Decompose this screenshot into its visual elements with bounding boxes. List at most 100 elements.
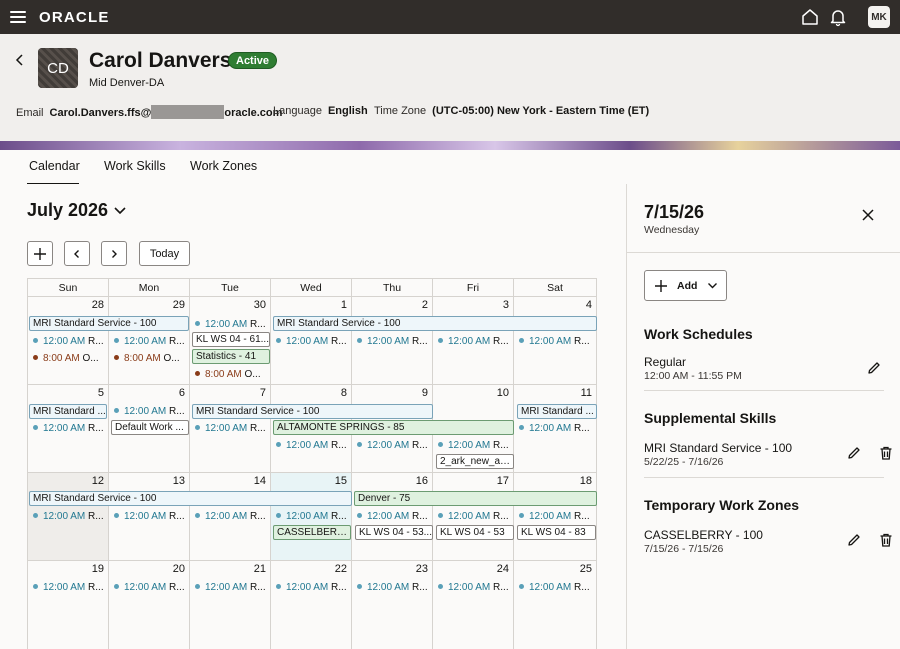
day-detail-panel: 7/15/26 Wednesday Add Work Schedules Reg… — [626, 184, 900, 649]
today-button[interactable]: Today — [139, 241, 190, 266]
event-bar[interactable]: Statistics - 41 — [192, 349, 270, 364]
event-bar[interactable]: MRI Standard Service - 100 — [29, 491, 352, 506]
event-bar[interactable]: MRI Standard ... — [29, 404, 107, 419]
close-icon[interactable] — [861, 208, 875, 222]
event-bar[interactable]: Denver - 75 — [354, 491, 597, 506]
redaction-block — [151, 105, 225, 119]
event-item[interactable]: 12:00 AM R... — [438, 439, 512, 452]
plus-icon — [655, 280, 667, 292]
menu-icon[interactable] — [10, 11, 26, 23]
event-item[interactable]: 12:00 AM R... — [276, 335, 350, 348]
event-bar[interactable]: 2_ark_new_ap... — [436, 454, 514, 469]
event-item[interactable]: 12:00 AM R... — [114, 405, 188, 418]
oracle-logo: ORACLE — [39, 9, 110, 26]
event-item[interactable]: 12:00 AM R... — [33, 510, 107, 523]
day-cell[interactable]: 23 — [352, 561, 433, 649]
event-bar[interactable]: KL WS 04 - 53... — [355, 525, 433, 540]
event-item[interactable]: 8:00 AM O... — [114, 352, 188, 365]
profile-subtitle: Mid Denver-DA — [89, 77, 165, 89]
month-title[interactable]: July 2026 — [27, 200, 108, 221]
event-item[interactable]: 12:00 AM R... — [114, 581, 188, 594]
edit-icon[interactable] — [866, 360, 882, 376]
tab-calendar[interactable]: Calendar — [29, 159, 80, 173]
next-month-button[interactable] — [101, 241, 127, 266]
skill-name: MRI Standard Service - 100 — [644, 441, 793, 455]
day-cell[interactable]: 19 — [28, 561, 109, 649]
event-item[interactable]: 12:00 AM R... — [519, 581, 595, 594]
add-button[interactable]: Add — [644, 270, 727, 301]
day-cell[interactable]: 22 — [271, 561, 352, 649]
calendar-area: July 2026 Today Sun Mon Tue Wed Thu Fri … — [0, 184, 626, 649]
profile-name: Carol Danvers — [89, 49, 232, 72]
event-bar[interactable]: Default Work ... — [111, 420, 189, 435]
schedule-time: 12:00 AM - 11:55 PM — [644, 370, 742, 382]
event-item[interactable]: 12:00 AM R... — [195, 510, 269, 523]
back-icon[interactable] — [13, 52, 27, 68]
event-item[interactable]: 12:00 AM R... — [276, 581, 350, 594]
temporary-zones-title: Temporary Work Zones — [644, 497, 800, 513]
day-cell[interactable]: 24 — [433, 561, 514, 649]
trash-icon[interactable] — [878, 532, 894, 548]
event-item[interactable]: 12:00 AM R... — [33, 581, 107, 594]
event-item[interactable]: 12:00 AM R... — [519, 335, 595, 348]
weekday-header: Fri — [433, 279, 514, 297]
event-item[interactable]: 12:00 AM R... — [519, 422, 595, 435]
edit-icon[interactable] — [846, 532, 862, 548]
top-bar: ORACLE MK — [0, 0, 900, 34]
event-item[interactable]: 12:00 AM R... — [519, 510, 595, 523]
event-bar[interactable]: MRI Standard Service - 100 — [273, 316, 597, 331]
weekday-header: Tue — [190, 279, 271, 297]
event-bar[interactable]: MRI Standard ... — [517, 404, 597, 419]
divider — [644, 477, 884, 478]
user-avatar[interactable]: MK — [868, 6, 890, 28]
home-icon[interactable] — [800, 7, 820, 27]
event-item[interactable]: 8:00 AM O... — [195, 368, 269, 381]
event-bar[interactable]: KL WS 04 - 83 — [517, 525, 596, 540]
event-item[interactable]: 12:00 AM R... — [357, 335, 431, 348]
event-item[interactable]: 8:00 AM O... — [33, 352, 107, 365]
tab-work-zones[interactable]: Work Zones — [190, 159, 257, 173]
event-item[interactable]: 12:00 AM R... — [33, 335, 107, 348]
day-cell[interactable]: 20 — [109, 561, 190, 649]
zone-name: CASSELBERRY - 100 — [644, 528, 763, 542]
previous-month-button[interactable] — [64, 241, 90, 266]
event-item[interactable]: 12:00 AM R... — [195, 422, 269, 435]
event-item[interactable]: 12:00 AM R... — [357, 439, 431, 452]
event-item[interactable]: 12:00 AM R... — [357, 581, 431, 594]
day-cell[interactable]: 25 — [514, 561, 597, 649]
event-bar[interactable]: KL WS 04 - 53 — [436, 525, 514, 540]
trash-icon[interactable] — [878, 445, 894, 461]
event-bar[interactable]: ALTAMONTE SPRINGS - 85 — [273, 420, 514, 435]
event-item[interactable]: 12:00 AM R... — [438, 335, 512, 348]
event-item[interactable]: 12:00 AM R... — [114, 510, 188, 523]
event-item[interactable]: 12:00 AM R... — [195, 318, 269, 331]
event-item[interactable]: 12:00 AM R... — [357, 510, 431, 523]
event-bar[interactable]: CASSELBERR... — [273, 525, 351, 540]
bell-icon[interactable] — [828, 7, 848, 27]
chevron-down-icon[interactable] — [113, 206, 127, 216]
supplemental-skills-title: Supplemental Skills — [644, 410, 777, 426]
event-item[interactable]: 12:00 AM R... — [276, 510, 350, 523]
weekday-header: Mon — [109, 279, 190, 297]
work-schedules-title: Work Schedules — [644, 326, 753, 342]
tab-work-skills[interactable]: Work Skills — [104, 159, 166, 173]
event-item[interactable]: 12:00 AM R... — [438, 581, 512, 594]
plus-icon — [34, 247, 46, 260]
event-item[interactable]: 12:00 AM R... — [276, 439, 350, 452]
selected-date: 7/15/26 — [644, 202, 705, 222]
event-bar[interactable]: KL WS 04 - 61... — [192, 332, 270, 347]
divider — [644, 390, 884, 391]
event-item[interactable]: 12:00 AM R... — [195, 581, 269, 594]
event-bar[interactable]: MRI Standard Service - 100 — [29, 316, 189, 331]
add-event-button[interactable] — [27, 241, 53, 266]
chevron-right-icon — [112, 249, 117, 258]
day-cell[interactable]: 21 — [190, 561, 271, 649]
event-bar[interactable]: MRI Standard Service - 100 — [192, 404, 433, 419]
event-item[interactable]: 12:00 AM R... — [438, 510, 512, 523]
event-item[interactable]: 12:00 AM R... — [114, 335, 188, 348]
event-item[interactable]: 12:00 AM R... — [33, 422, 107, 435]
weekday-header: Thu — [352, 279, 433, 297]
tab-bar: Calendar Work Skills Work Zones — [0, 150, 900, 185]
status-badge: Active — [228, 52, 278, 69]
edit-icon[interactable] — [846, 445, 862, 461]
